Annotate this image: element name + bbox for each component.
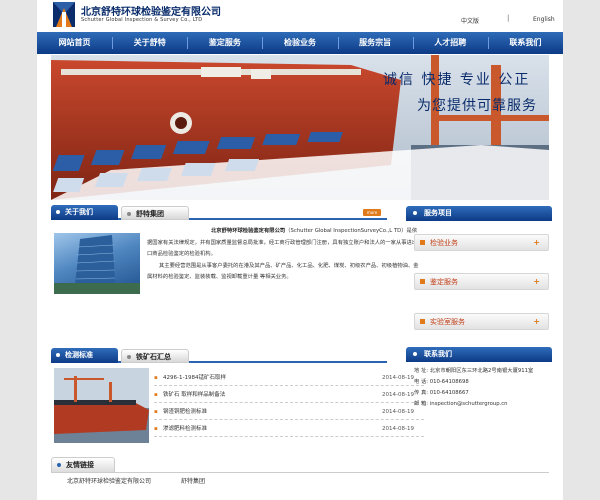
tab-schutter-group[interactable]: 舒特集团 <box>121 206 189 220</box>
service-inspection-button[interactable]: 检验业务 + <box>414 234 549 251</box>
service-lab-button[interactable]: 实验室服务 + <box>414 313 549 330</box>
square-bullet-icon <box>420 240 425 245</box>
tab-about-us[interactable]: 关于我们 <box>51 205 118 220</box>
contact-header: 联系我们 <box>406 347 552 362</box>
service-survey-button[interactable]: 鉴定服务 + <box>414 273 549 290</box>
nav-contact[interactable]: 联系我们 <box>487 32 563 54</box>
standard-item[interactable]: ▪ 钢渣铜肥检测标准 2014-08-19 <box>154 405 424 420</box>
standard-item[interactable]: ▪ 4296-1-1984锰矿石取样 2014-08-19 <box>154 371 424 386</box>
standard-item[interactable]: ▪ 铁矿石 取样和样品制备法 2014-08-19 <box>154 388 424 403</box>
contact-email[interactable]: 邮 箱: inspection@schuttergroup.cn <box>414 399 550 410</box>
nav-inspection[interactable]: 检验业务 <box>262 32 337 54</box>
services-header: 服务项目 <box>406 206 552 221</box>
more-button[interactable]: more <box>363 209 381 216</box>
lang-chinese-link[interactable]: 中文版 <box>461 16 479 25</box>
header: 北京舒特环球检验鉴定有限公司 Schutter Global Inspectio… <box>37 0 563 32</box>
standard-item[interactable]: ▪ 渗滤肥料检测标准 2014-08-19 <box>154 422 424 437</box>
lang-english-link[interactable]: English <box>533 16 555 23</box>
nav-survey-service[interactable]: 鉴定服务 <box>187 32 262 54</box>
contact-phone: 电 话: 010-64108698 <box>414 379 469 385</box>
tab-test-standards[interactable]: 检测标准 <box>51 348 118 363</box>
plus-icon: + <box>533 238 540 247</box>
tab-iron-ore-summary[interactable]: 铁矿石汇总 <box>121 349 189 363</box>
standard-date: 2014-08-19 <box>382 426 414 432</box>
standard-title[interactable]: 钢渣铜肥检测标准 <box>163 405 207 419</box>
company-name-en: Schutter Global Inspection & Survey Co.,… <box>81 17 203 23</box>
banner-slogan-sub: 为您提供可靠服务 <box>417 98 537 114</box>
nav-service-tenet[interactable]: 服务宗旨 <box>337 32 413 54</box>
page: 北京舒特环球检验鉴定有限公司 Schutter Global Inspectio… <box>37 0 563 500</box>
nav-careers[interactable]: 人才招聘 <box>412 32 488 54</box>
plus-icon: + <box>533 277 540 286</box>
friend-links-tab: 友情链接 <box>51 457 115 473</box>
standard-date: 2014-08-19 <box>382 375 414 381</box>
hero-banner: 诚信 快捷 专业 公正 为您提供可靠服务 <box>51 55 549 200</box>
friend-link[interactable]: 舒特集团 <box>181 476 205 485</box>
square-bullet-icon <box>420 319 425 324</box>
company-logo[interactable] <box>53 2 75 27</box>
plus-icon: + <box>533 317 540 326</box>
square-bullet-icon <box>420 279 425 284</box>
company-name-cn: 北京舒特环球检验鉴定有限公司 <box>81 7 221 18</box>
about-company-name: 北京舒特环球检验鉴定有限公司 <box>211 228 286 234</box>
service-label: 实验室服务 <box>430 318 465 326</box>
standards-tabbar: 检测标准 铁矿石汇总 <box>51 348 387 363</box>
standard-title[interactable]: 铁矿石 取样和样品制备法 <box>163 388 225 402</box>
bullet-icon: ▪ <box>154 375 158 381</box>
contact-info: 地 址: 北京市朝阳区东三环北路2号南银大厦911室 电 话: 010-6410… <box>414 366 550 410</box>
friend-link[interactable]: 北京舒特环球检验鉴定有限公司 <box>67 476 151 485</box>
main-nav: 网站首页 关于舒特 鉴定服务 检验业务 服务宗旨 人才招聘 联系我们 <box>37 32 563 54</box>
service-label: 检验业务 <box>430 239 458 247</box>
standard-date: 2014-08-19 <box>382 409 414 415</box>
about-building-image <box>54 233 140 294</box>
about-description: 北京舒特环球检验鉴定有限公司（Schutter Global Inspectio… <box>147 226 421 284</box>
contact-fax: 传 真: 010-64108667 <box>414 390 469 396</box>
bullet-icon: ▪ <box>154 392 158 398</box>
nav-home[interactable]: 网站首页 <box>37 32 112 54</box>
standard-title[interactable]: 渗滤肥料检测标准 <box>163 422 207 436</box>
standard-title[interactable]: 4296-1-1984锰矿石取样 <box>163 371 226 385</box>
banner-slogan-main: 诚信 快捷 专业 公正 <box>383 72 531 88</box>
about-tabbar: 关于我们 舒特集团 more <box>51 205 387 220</box>
contact-address: 地 址: 北京市朝阳区东三环北路2号南银大厦911室 <box>414 368 534 374</box>
lang-separator: | <box>507 14 510 22</box>
standards-ship-image <box>54 368 149 443</box>
service-label: 鉴定服务 <box>430 278 458 286</box>
standard-date: 2014-08-19 <box>382 392 414 398</box>
friend-links-header: 友情链接 <box>51 457 549 473</box>
bullet-icon: ▪ <box>154 426 158 432</box>
bullet-icon: ▪ <box>154 409 158 415</box>
nav-about[interactable]: 关于舒特 <box>112 32 187 54</box>
about-paragraph-2: 其主要经营范围是从事客户委托的在港及其产品、矿产品、化工品、化肥、煤炭、初级农产… <box>147 262 419 281</box>
